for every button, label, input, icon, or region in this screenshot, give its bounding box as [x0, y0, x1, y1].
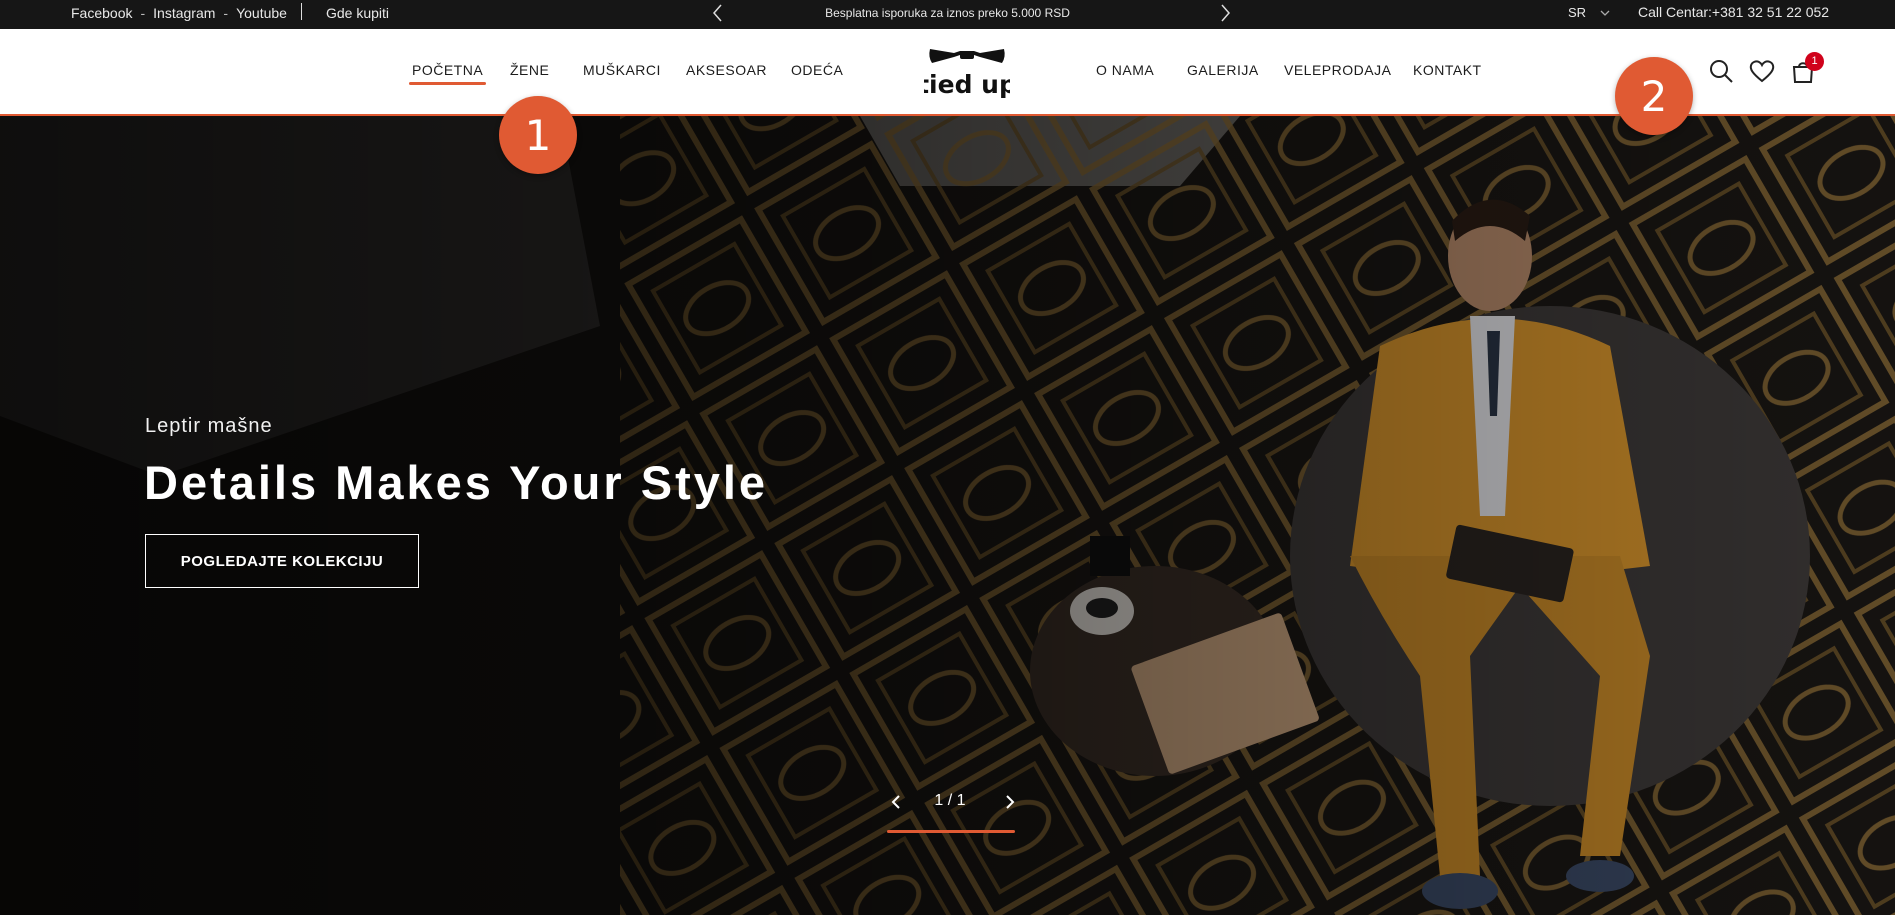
- language-select[interactable]: SR: [1568, 5, 1610, 20]
- promo-text: Besplatna isporuka za iznos preko 5.000 …: [825, 6, 1070, 20]
- annotation-marker-2: 2: [1615, 57, 1693, 135]
- call-center[interactable]: Call Centar:+381 32 51 22 052: [1638, 4, 1829, 20]
- main-nav: POČETNA ŽENE MUŠKARCI AKSESOAR ODEĆA tie…: [0, 29, 1895, 116]
- search-icon[interactable]: [1707, 57, 1735, 85]
- nav-item-kontakt[interactable]: KONTAKT: [1413, 62, 1482, 78]
- svg-text:tied up: tied up: [924, 70, 1010, 99]
- slide-counter: 1 / 1: [934, 792, 966, 809]
- nav-item-galerija[interactable]: GALERIJA: [1187, 62, 1259, 78]
- nav-item-odeca[interactable]: ODEĆA: [791, 62, 843, 78]
- nav-item-zene[interactable]: ŽENE: [510, 62, 549, 78]
- slider-controls: 1 / 1: [880, 784, 1020, 844]
- promo-next-arrow-icon[interactable]: [1216, 3, 1234, 23]
- view-collection-button[interactable]: POGLEDAJTE KOLEKCIJU: [145, 534, 419, 588]
- language-value: SR: [1568, 5, 1587, 20]
- annotation-marker-1: 1: [499, 96, 577, 174]
- nav-item-pocetna[interactable]: POČETNA: [408, 62, 487, 85]
- nav-item-veleprodaja[interactable]: VELEPRODAJA: [1284, 62, 1391, 78]
- nav-item-muskarci[interactable]: MUŠKARCI: [583, 62, 661, 78]
- hero-banner: Leptir mašne Details Makes Your Style PO…: [0, 116, 1895, 915]
- chevron-right-icon[interactable]: [1000, 792, 1020, 812]
- hero-headline: Details Makes Your Style: [144, 456, 769, 509]
- hero-eyebrow: Leptir mašne: [145, 415, 273, 437]
- top-bar: Facebook - Instagram - Youtube Gde kupit…: [0, 0, 1895, 29]
- chevron-down-icon: [1600, 5, 1610, 20]
- nav-item-o-nama[interactable]: O NAMA: [1096, 62, 1154, 78]
- nav-item-aksesoar[interactable]: AKSESOAR: [686, 62, 767, 78]
- slide-progress-bar: [887, 830, 1015, 833]
- heart-icon[interactable]: [1748, 57, 1776, 85]
- tied-up-logo[interactable]: tied up: [917, 43, 1017, 101]
- cart-count-badge: 1: [1805, 52, 1824, 71]
